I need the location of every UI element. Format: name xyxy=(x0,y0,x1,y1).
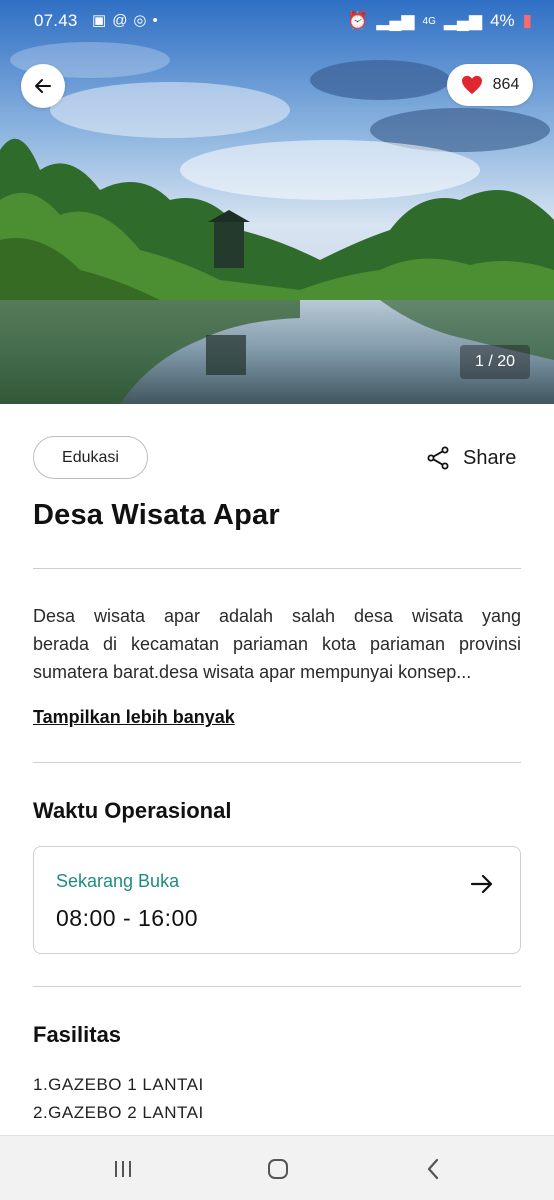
facility-item: 2.GAZEBO 2 LANTAI xyxy=(33,1103,204,1122)
signal-icon-2: ▂▄▆ xyxy=(443,11,483,30)
recent-apps-button[interactable] xyxy=(108,1156,138,1182)
hero-photo[interactable]: 07.43 ▣ @ ◎ • ⏰ ▂▄▆ 4G ▂▄▆ 4% ▮ 864 1 / … xyxy=(0,0,554,404)
share-icon xyxy=(427,446,449,470)
operating-hours-card[interactable]: Sekarang Buka 08:00 - 16:00 xyxy=(33,846,521,954)
description-line: sumatera barat.desa wisata apar mempunya… xyxy=(33,662,472,682)
divider xyxy=(33,762,521,763)
back-button[interactable] xyxy=(21,64,65,108)
gallery-icon: ▣ xyxy=(92,12,107,29)
description-line: Desa wisata apar adalah salah desa wisat… xyxy=(33,606,521,626)
like-count: 864 xyxy=(492,76,520,93)
nav-back-button[interactable] xyxy=(418,1156,448,1182)
share-button[interactable]: Share xyxy=(426,446,516,470)
description-line: berada di kecamatan pariaman kota pariam… xyxy=(33,634,521,654)
status-time: 07.43 xyxy=(34,11,78,30)
system-icons: ⏰ ▂▄▆ 4G ▂▄▆ 4% ▮ xyxy=(347,11,532,31)
signal-icon: ▂▄▆ xyxy=(376,11,415,30)
divider xyxy=(33,568,521,569)
alarm-icon: ⏰ xyxy=(347,11,369,30)
description: Desa wisata apar adalah salah desa wisat… xyxy=(33,602,521,686)
arrow-left-icon xyxy=(35,79,51,93)
hours-time: 08:00 - 16:00 xyxy=(56,905,199,931)
system-navigation-bar xyxy=(0,1135,554,1200)
hours-section-title: Waktu Operasional xyxy=(33,798,232,823)
share-label: Share xyxy=(463,446,517,469)
lake-landscape-image xyxy=(0,0,554,404)
dot-icon: • xyxy=(152,11,158,29)
open-status: Sekarang Buka xyxy=(56,871,180,891)
facility-item: 1.GAZEBO 1 LANTAI xyxy=(33,1075,204,1094)
nav-back-icon xyxy=(427,1158,439,1180)
battery-icon: ▮ xyxy=(522,11,532,30)
home-button[interactable] xyxy=(263,1156,293,1182)
status-bar: 07.43 ▣ @ ◎ • ⏰ ▂▄▆ 4G ▂▄▆ 4% ▮ xyxy=(0,0,554,44)
facilities-section-title: Fasilitas xyxy=(33,1022,122,1047)
category-chip[interactable]: Edukasi xyxy=(33,436,148,479)
page-title: Desa Wisata Apar xyxy=(33,499,280,531)
divider xyxy=(33,986,521,987)
photo-counter: 1 / 20 xyxy=(460,345,530,379)
notification-icons: ▣ @ ◎ • xyxy=(92,11,158,30)
home-icon xyxy=(268,1159,288,1179)
network-type: 4G xyxy=(422,15,436,27)
battery-percent: 4% xyxy=(490,11,515,30)
sync-icon: ◎ xyxy=(133,12,147,29)
arrow-right-icon xyxy=(470,874,493,894)
like-button[interactable]: 864 xyxy=(447,64,533,106)
recent-apps-icon xyxy=(115,1161,131,1177)
heart-icon xyxy=(461,75,482,95)
show-more-link[interactable]: Tampilkan lebih banyak xyxy=(33,707,235,728)
at-icon: @ xyxy=(112,11,128,29)
